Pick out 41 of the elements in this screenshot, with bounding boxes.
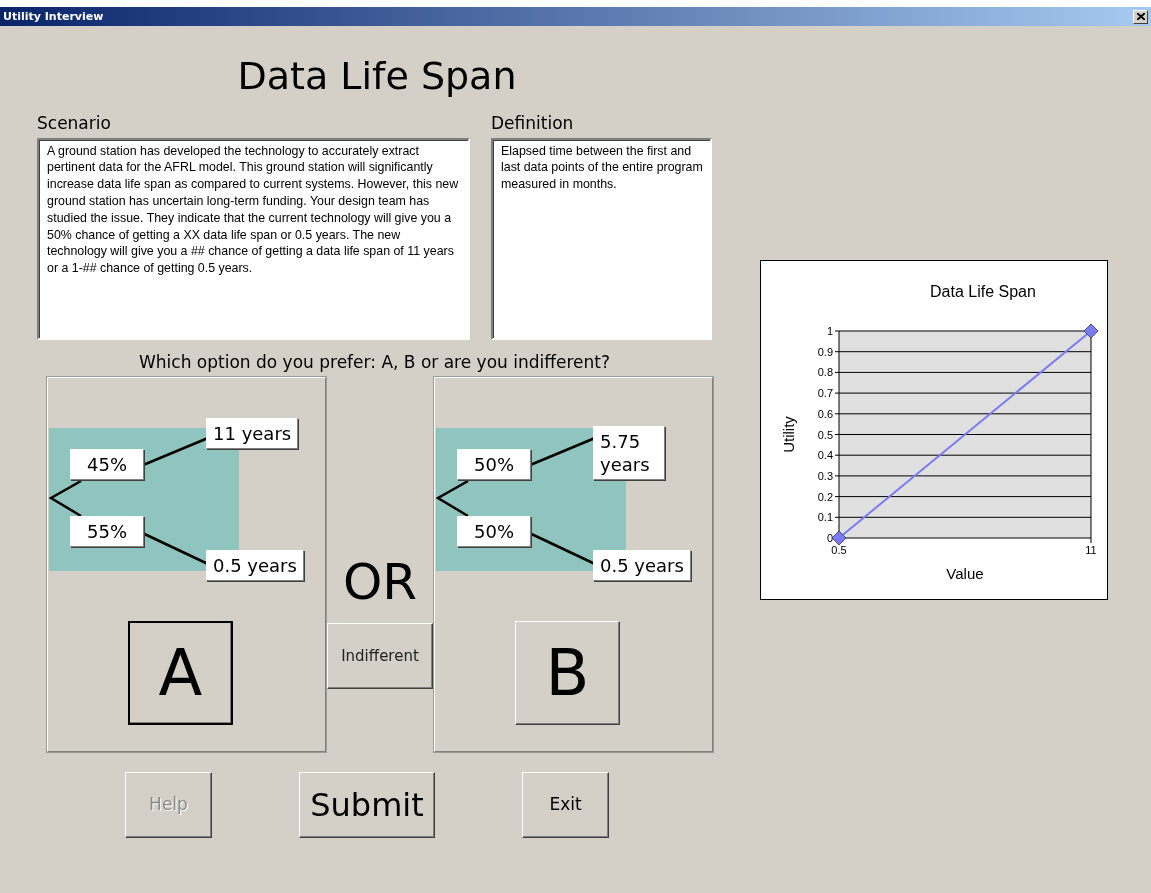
outcome-label: 0.5 years xyxy=(206,550,304,582)
close-button[interactable] xyxy=(1133,9,1148,24)
outcome-label: 0.5 years xyxy=(593,550,691,582)
outcome-label: 11 years xyxy=(206,418,299,450)
x-tick-label: 0.5 xyxy=(831,544,847,556)
y-tick-label: 0.7 xyxy=(817,387,833,400)
outcome-label: 5.75 years xyxy=(593,426,665,481)
y-tick-label: 0.5 xyxy=(817,428,833,441)
probability-label: 50% xyxy=(457,449,531,481)
y-tick-label: 0.8 xyxy=(817,366,833,379)
dialog-button[interactable]: Exit xyxy=(522,772,609,839)
chart-title: Data Life Span xyxy=(930,283,1036,300)
y-tick-label: 0 xyxy=(826,532,833,544)
y-tick-label: 0.6 xyxy=(817,407,833,420)
y-axis-label: Utility xyxy=(780,416,797,453)
page-title: Data Life Span xyxy=(236,54,518,100)
scenario-text: A ground station has developed the technology to accurately extract pertinent data for the AFRL model. This ground station will significantly increase data life span as compared to current systems. However, this new ground station has uncertain long-term funding. Your design team has studied the issue. They indicate that the current technology will give you a 50% chance of getting a XX data life span or 0.5 years. The new technology will give you a ## chance of getting a data life span of 11 years or a 1-## chance of getting 0.5 years. xyxy=(37,137,470,340)
close-icon xyxy=(1136,13,1145,20)
definition-text: Elapsed time between the first and last data points of the entire program measured in months. xyxy=(491,137,712,340)
section-label: Definition xyxy=(491,111,575,134)
question-text: Which option do you prefer: A, B or are you indifferent? xyxy=(138,350,611,374)
window-title: Utility Interview xyxy=(3,10,104,23)
x-axis-label: Value xyxy=(946,565,984,582)
indifferent-button[interactable]: Indifferent xyxy=(327,623,433,690)
y-tick-label: 0.4 xyxy=(817,449,833,462)
y-tick-label: 0.1 xyxy=(817,511,833,524)
y-tick-label: 0.3 xyxy=(817,469,833,482)
probability-label: 45% xyxy=(70,449,144,481)
or-label: OR xyxy=(342,557,418,608)
y-tick-label: 1 xyxy=(826,325,833,337)
option-button[interactable]: A xyxy=(128,621,233,726)
probability-label: 50% xyxy=(457,516,531,548)
probability-label: 55% xyxy=(70,516,144,548)
option-button[interactable]: B xyxy=(515,621,620,726)
y-tick-label: 0.9 xyxy=(817,345,833,358)
y-tick-label: 0.2 xyxy=(817,490,833,503)
data-point xyxy=(1083,323,1099,339)
data-point xyxy=(831,530,847,546)
submit-button[interactable]: Submit xyxy=(299,772,435,839)
x-tick-label: 11 xyxy=(1085,544,1097,556)
section-label: Scenario xyxy=(37,111,112,134)
